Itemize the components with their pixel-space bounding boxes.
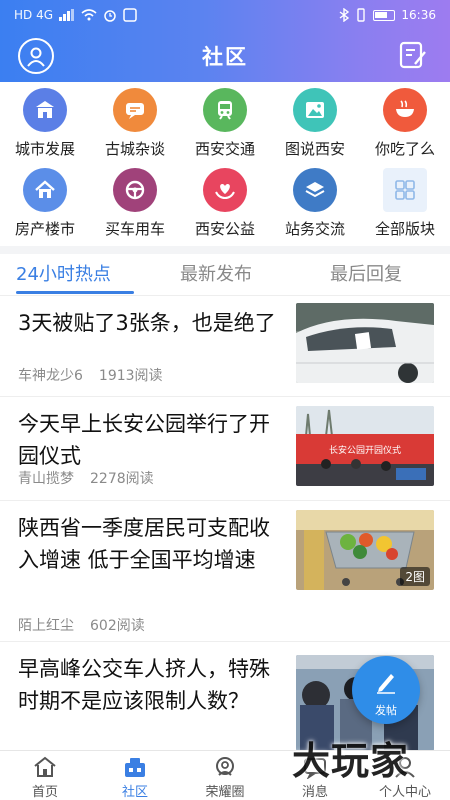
banner-text: 长安公园开园仪式 [329,444,401,456]
post-title: 陕西省一季度居民可支配收入增速 低于全国平均增速 [18,516,270,572]
category-city-development[interactable]: 城市发展 [0,84,90,160]
category-charity[interactable]: 西安公益 [180,164,270,240]
post-meta: 陌上红尘 602阅读 [18,615,145,635]
honor-circle-icon [216,757,234,776]
steering-wheel-icon [113,168,157,212]
list-item[interactable]: 3天被贴了3张条，也是绝了 车神龙少6 1913阅读 [0,297,450,397]
heart-hands-icon [203,168,247,212]
post-meta: 车神龙少6 1913阅读 [18,365,163,385]
bowl-icon [383,88,427,132]
post-reads: 602阅读 [90,618,145,634]
tab-24h-hot[interactable]: 24小时热点 [16,260,111,286]
alarm-icon [104,10,116,22]
pen-icon [377,674,395,694]
nav-community[interactable]: 社区 [90,753,180,800]
category-xian-traffic[interactable]: 西安交通 [180,84,270,160]
app-notification-icon [123,8,137,22]
status-bar: HD 4G 16:36 [0,0,450,30]
post-title: 今天早上长安公园举行了开园仪式 [18,412,270,468]
category-picture-xian[interactable]: 图说西安 [270,84,360,160]
layers-icon [293,168,337,212]
post-title: 3天被贴了3张条，也是绝了 [18,311,276,335]
list-item[interactable]: 陕西省一季度居民可支配收入增速 低于全国平均增速 陌上红尘 602阅读 2图 [0,502,450,642]
network-indicator: HD 4G [14,8,54,22]
edit-icon [399,41,426,69]
home-icon [34,756,56,777]
category-all-boards[interactable]: 全部版块 [360,164,450,240]
header: HD 4G 16:36 社区 [0,0,450,82]
tab-latest[interactable]: 最新发布 [180,260,252,286]
train-icon [203,88,247,132]
bluetooth-icon [339,8,350,22]
signal-icon [59,9,75,21]
image-count-badge: 2图 [400,567,430,586]
community-icon [125,758,145,777]
compose-post-button[interactable]: 发帖 [352,656,420,724]
category-grid: 城市发展 古城杂谈 西安交通 图说西安 你吃了么 房产楼市 买车用车 西安公益 [0,84,450,244]
feed-tabs: 24小时热点 最新发布 最后回复 [0,254,450,296]
battery-icon [373,9,396,21]
tab-last-reply[interactable]: 最后回复 [330,260,402,286]
category-cars[interactable]: 买车用车 [90,164,180,240]
category-real-estate[interactable]: 房产楼市 [0,164,90,240]
post-thumbnail [296,303,434,383]
picture-icon [293,88,337,132]
vibrate-icon [357,8,366,22]
active-tab-indicator [16,291,134,294]
post-title: 早高峰公交车人挤人，特殊时期不是应该限制人数？ [18,657,270,713]
watermark: 大玩家 [292,739,410,783]
post-reads: 2278阅读 [90,471,154,487]
post-author: 陌上红尘 [18,618,74,634]
nav-home[interactable]: 首页 [0,753,90,800]
post-author: 青山揽梦 [18,471,74,487]
grid-icon [383,168,427,212]
clock: 16:36 [401,8,436,22]
city-gate-icon [23,88,67,132]
nav-honor-circle[interactable]: 荣耀圈 [180,753,270,800]
chat-bubble-icon [113,88,157,132]
category-old-city-talk[interactable]: 古城杂谈 [90,84,180,160]
person-icon [27,47,45,67]
post-thumbnail: 2图 [296,510,434,590]
house-icon [23,168,67,212]
list-item[interactable]: 今天早上长安公园举行了开园仪式 青山揽梦 2278阅读 长安公园开园仪式 [0,398,450,501]
post-reads: 1913阅读 [98,368,163,384]
post-meta: 青山揽梦 2278阅读 [18,468,154,488]
category-have-you-eaten[interactable]: 你吃了么 [360,84,450,160]
compose-button[interactable] [398,40,428,70]
app-screen: HD 4G 16:36 社区 城市发展 古城杂谈 西安交通 图说西安 你吃了么 … [0,0,450,800]
post-author: 车神龙少6 [18,368,83,384]
post-thumbnail: 长安公园开园仪式 [296,406,434,486]
avatar-button[interactable] [18,38,54,74]
section-divider [0,246,450,254]
category-site-affairs[interactable]: 站务交流 [270,164,360,240]
wifi-icon [81,9,97,21]
page-title: 社区 [202,45,248,69]
